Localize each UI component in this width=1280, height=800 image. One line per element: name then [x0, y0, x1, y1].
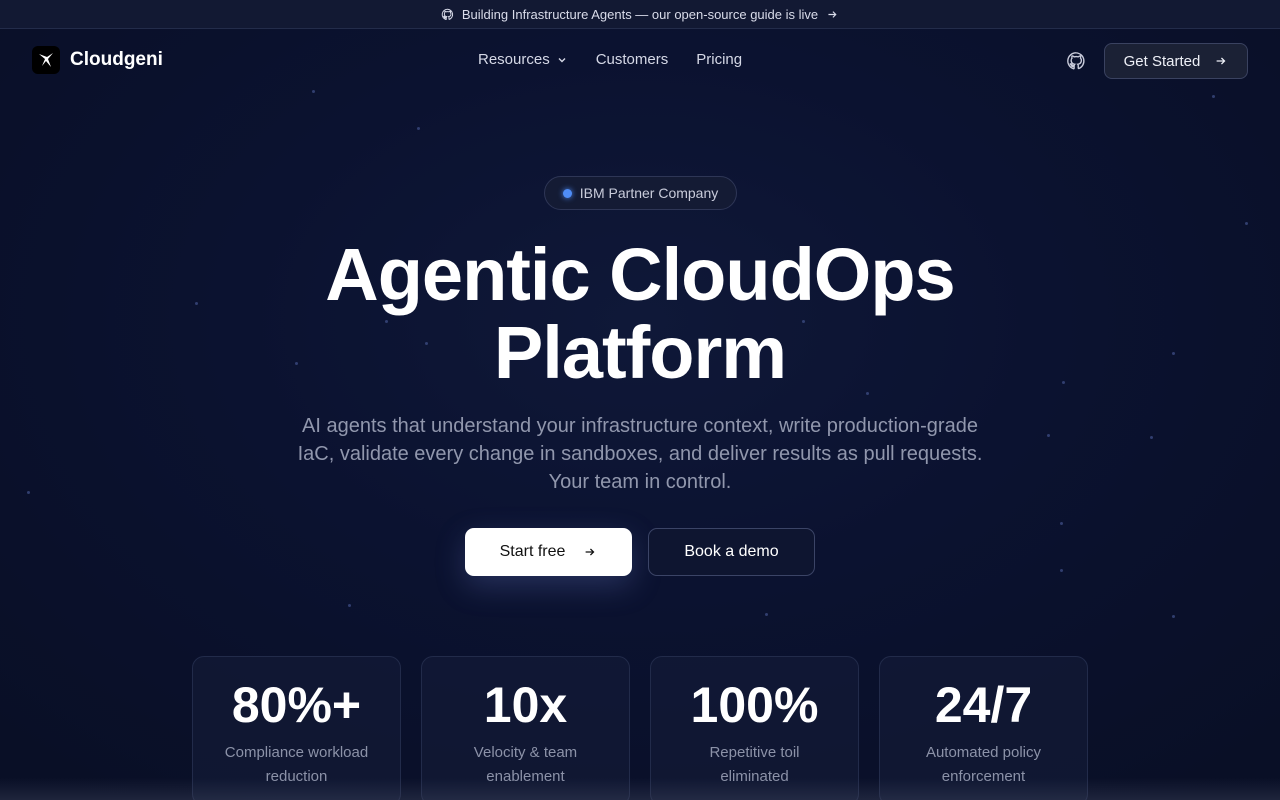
arrow-right-icon	[586, 548, 595, 556]
star	[1150, 436, 1153, 439]
chevron-down-icon	[558, 57, 566, 62]
hero-title-line-2: Platform	[493, 311, 787, 394]
nav-item-label: Resources	[478, 51, 550, 68]
nav-item-label: Pricing	[696, 51, 743, 68]
star	[1062, 381, 1065, 384]
stat-value: 24/7	[934, 677, 1033, 733]
nav-item-resources[interactable]: Resources	[478, 51, 568, 68]
brand-logo[interactable]: Cloudgeni	[32, 46, 163, 74]
main-menu: Resources Customers Pricing	[478, 51, 742, 68]
star	[348, 604, 351, 607]
badge-text: IBM Partner Company	[579, 185, 719, 201]
partner-badge: IBM Partner Company	[544, 176, 737, 210]
arrow-right-icon	[828, 10, 837, 18]
hero-title-line-1: Agentic CloudOps	[325, 233, 955, 316]
hero-title: Agentic CloudOps Platform	[240, 236, 1040, 392]
start-free-button[interactable]: Start free	[465, 528, 632, 576]
bottom-fade	[0, 778, 1280, 800]
star	[195, 302, 198, 305]
star	[1060, 522, 1063, 525]
stat-value: 10x	[483, 677, 568, 733]
github-icon	[441, 8, 453, 20]
announcement-text: Building Infrastructure Agents — our ope…	[461, 6, 819, 22]
get-started-label: Get Started	[1123, 52, 1201, 70]
brand-name: Cloudgeni	[70, 49, 163, 70]
star	[417, 127, 420, 130]
star	[1047, 434, 1050, 437]
star	[1245, 222, 1248, 225]
book-demo-button[interactable]: Book a demo	[648, 528, 815, 576]
star	[866, 392, 869, 395]
stat-value: 80%+	[231, 677, 362, 733]
nav-item-label: Customers	[595, 51, 669, 68]
nav-item-pricing[interactable]: Pricing	[696, 51, 742, 68]
github-icon[interactable]	[1066, 51, 1086, 71]
star	[1172, 615, 1175, 618]
stat-value: 100%	[690, 677, 819, 733]
announcement-bar[interactable]: Building Infrastructure Agents — our ope…	[0, 0, 1280, 29]
status-dot-icon	[562, 188, 572, 198]
nav-item-customers[interactable]: Customers	[596, 51, 669, 68]
get-started-button[interactable]: Get Started	[1104, 43, 1248, 79]
star	[1212, 95, 1215, 98]
cloudgeni-logo-icon	[32, 46, 60, 74]
star	[27, 491, 30, 494]
star	[1172, 352, 1175, 355]
top-navigation: Cloudgeni Resources Customers Pricing Ge…	[0, 29, 1280, 93]
hero-subtitle: AI agents that understand your infrastru…	[297, 415, 983, 493]
start-free-label: Start free	[499, 543, 566, 560]
arrow-right-icon	[1216, 57, 1226, 65]
star	[765, 613, 768, 616]
star	[1060, 569, 1063, 572]
book-demo-label: Book a demo	[684, 543, 779, 560]
